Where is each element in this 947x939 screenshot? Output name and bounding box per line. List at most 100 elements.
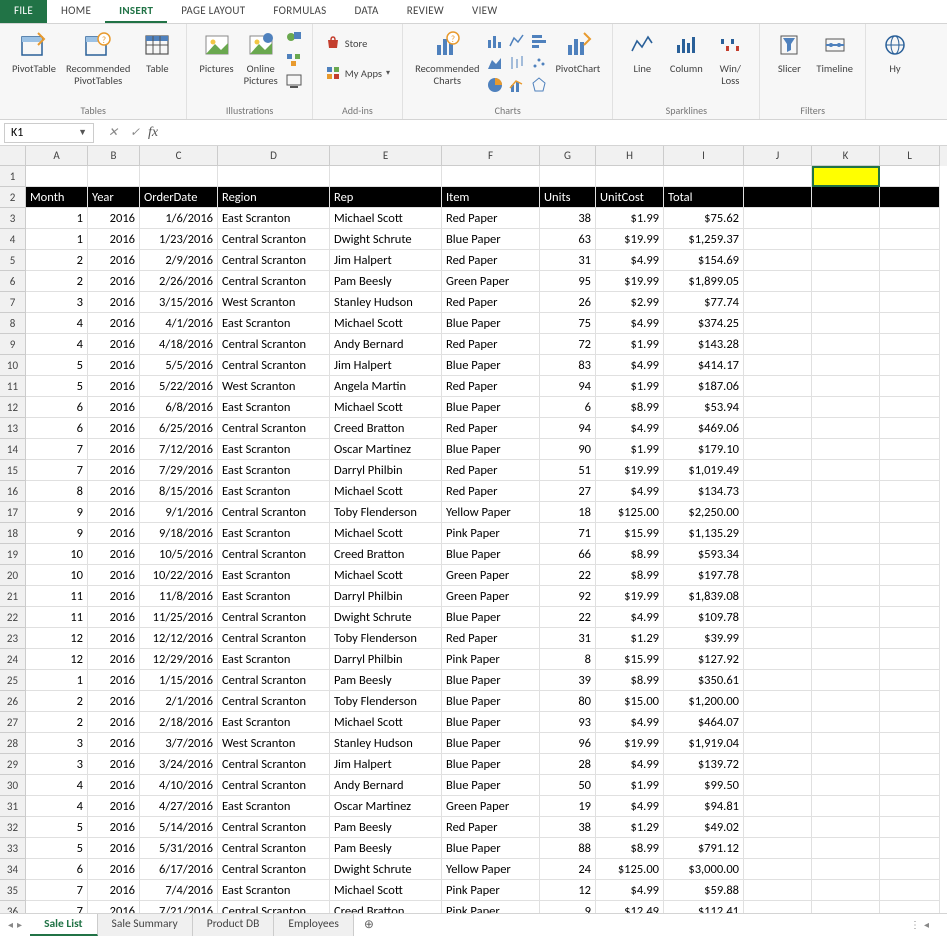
row-header[interactable]: 25 [0,670,26,691]
cell[interactable]: Red Paper [442,418,540,439]
cell[interactable]: $15.00 [596,691,664,712]
cell[interactable]: 5/5/2016 [140,355,218,376]
sparkline-winloss-button[interactable]: Win/ Loss [709,27,751,89]
spreadsheet-grid[interactable]: ABCDEFGHIJKL 123456789101112131415161718… [0,146,947,914]
cell[interactable] [744,481,812,502]
cell[interactable]: Red Paper [442,376,540,397]
cell[interactable]: 92 [540,586,596,607]
cell[interactable]: 10 [26,544,88,565]
cell[interactable]: $2,250.00 [664,502,744,523]
sheet-tab[interactable]: Product DB [193,914,275,936]
cell[interactable]: $4.99 [596,607,664,628]
cell[interactable]: 3 [26,733,88,754]
row-header[interactable]: 33 [0,838,26,859]
cell[interactable]: $1.29 [596,817,664,838]
cell[interactable]: 66 [540,544,596,565]
cell[interactable]: Dwight Schrute [330,607,442,628]
row-header[interactable]: 11 [0,376,26,397]
cell[interactable] [744,649,812,670]
cell[interactable] [744,376,812,397]
cell[interactable]: Pink Paper [442,649,540,670]
row-header[interactable]: 35 [0,880,26,901]
row-header[interactable]: 22 [0,607,26,628]
cell[interactable] [880,229,940,250]
cell[interactable]: Pink Paper [442,880,540,901]
cell[interactable]: 7/29/2016 [140,460,218,481]
cell[interactable]: 4/18/2016 [140,334,218,355]
cell[interactable] [880,208,940,229]
selected-cell[interactable] [812,166,880,187]
cell[interactable] [880,796,940,817]
cell[interactable]: Red Paper [442,250,540,271]
cell[interactable] [812,565,880,586]
cell[interactable]: Darryl Philbin [330,586,442,607]
cell[interactable]: 83 [540,355,596,376]
cell[interactable]: 8 [540,649,596,670]
cell[interactable]: 6/17/2016 [140,859,218,880]
cell[interactable]: 2016 [88,397,140,418]
cell[interactable]: 7 [26,439,88,460]
cell[interactable]: Blue Paper [442,733,540,754]
cell[interactable] [744,334,812,355]
cell[interactable] [880,712,940,733]
cell[interactable] [812,691,880,712]
cell[interactable]: 4/27/2016 [140,796,218,817]
cell[interactable]: 12/12/2016 [140,628,218,649]
cell[interactable] [812,292,880,313]
cell[interactable]: $374.25 [664,313,744,334]
cell[interactable]: $1.99 [596,439,664,460]
cell[interactable]: 2016 [88,418,140,439]
cell[interactable] [812,586,880,607]
cell[interactable] [880,355,940,376]
column-header[interactable]: E [330,146,442,166]
cell[interactable]: $1.99 [596,334,664,355]
cell[interactable]: Blue Paper [442,712,540,733]
cell[interactable] [812,334,880,355]
cell[interactable]: 50 [540,775,596,796]
cell[interactable] [812,544,880,565]
cell[interactable] [880,292,940,313]
cell[interactable]: 10 [26,565,88,586]
cell[interactable]: $134.73 [664,481,744,502]
cell[interactable] [880,733,940,754]
cell[interactable] [812,229,880,250]
row-header[interactable]: 32 [0,817,26,838]
cell[interactable]: East Scranton [218,523,330,544]
cell[interactable] [812,880,880,901]
cell[interactable]: Central Scranton [218,691,330,712]
cell[interactable]: $791.12 [664,838,744,859]
cell[interactable]: 11 [26,607,88,628]
cell[interactable]: 90 [540,439,596,460]
cell[interactable]: Month [26,187,88,208]
cell[interactable]: 1 [26,208,88,229]
cell[interactable] [540,166,596,187]
row-header[interactable]: 1 [0,166,26,187]
recommended-pivottables-button[interactable]: ? Recommended PivotTables [62,27,134,89]
cell[interactable]: 93 [540,712,596,733]
cell[interactable]: $4.99 [596,712,664,733]
name-box[interactable]: K1 ▼ [4,123,94,143]
cell[interactable]: Red Paper [442,481,540,502]
cell[interactable]: 2016 [88,460,140,481]
cell[interactable] [812,376,880,397]
cell[interactable] [880,838,940,859]
cell[interactable] [880,565,940,586]
bar-chart-button[interactable] [529,31,549,51]
hyperlink-button[interactable]: Hy [874,27,916,77]
tab-page-layout[interactable]: PAGE LAYOUT [167,0,259,23]
cell[interactable]: West Scranton [218,292,330,313]
cell[interactable]: 4/1/2016 [140,313,218,334]
cell[interactable]: $94.81 [664,796,744,817]
slicer-button[interactable]: Slicer [768,27,810,77]
cell[interactable]: Central Scranton [218,250,330,271]
cell[interactable]: $8.99 [596,397,664,418]
cell[interactable]: Central Scranton [218,355,330,376]
cell[interactable]: Dwight Schrute [330,229,442,250]
cell[interactable]: 12/29/2016 [140,649,218,670]
cell[interactable]: 9/1/2016 [140,502,218,523]
cell[interactable] [880,880,940,901]
cell[interactable] [880,166,940,187]
cell[interactable]: Jim Halpert [330,250,442,271]
cell[interactable]: 5 [26,838,88,859]
cell[interactable] [744,166,812,187]
